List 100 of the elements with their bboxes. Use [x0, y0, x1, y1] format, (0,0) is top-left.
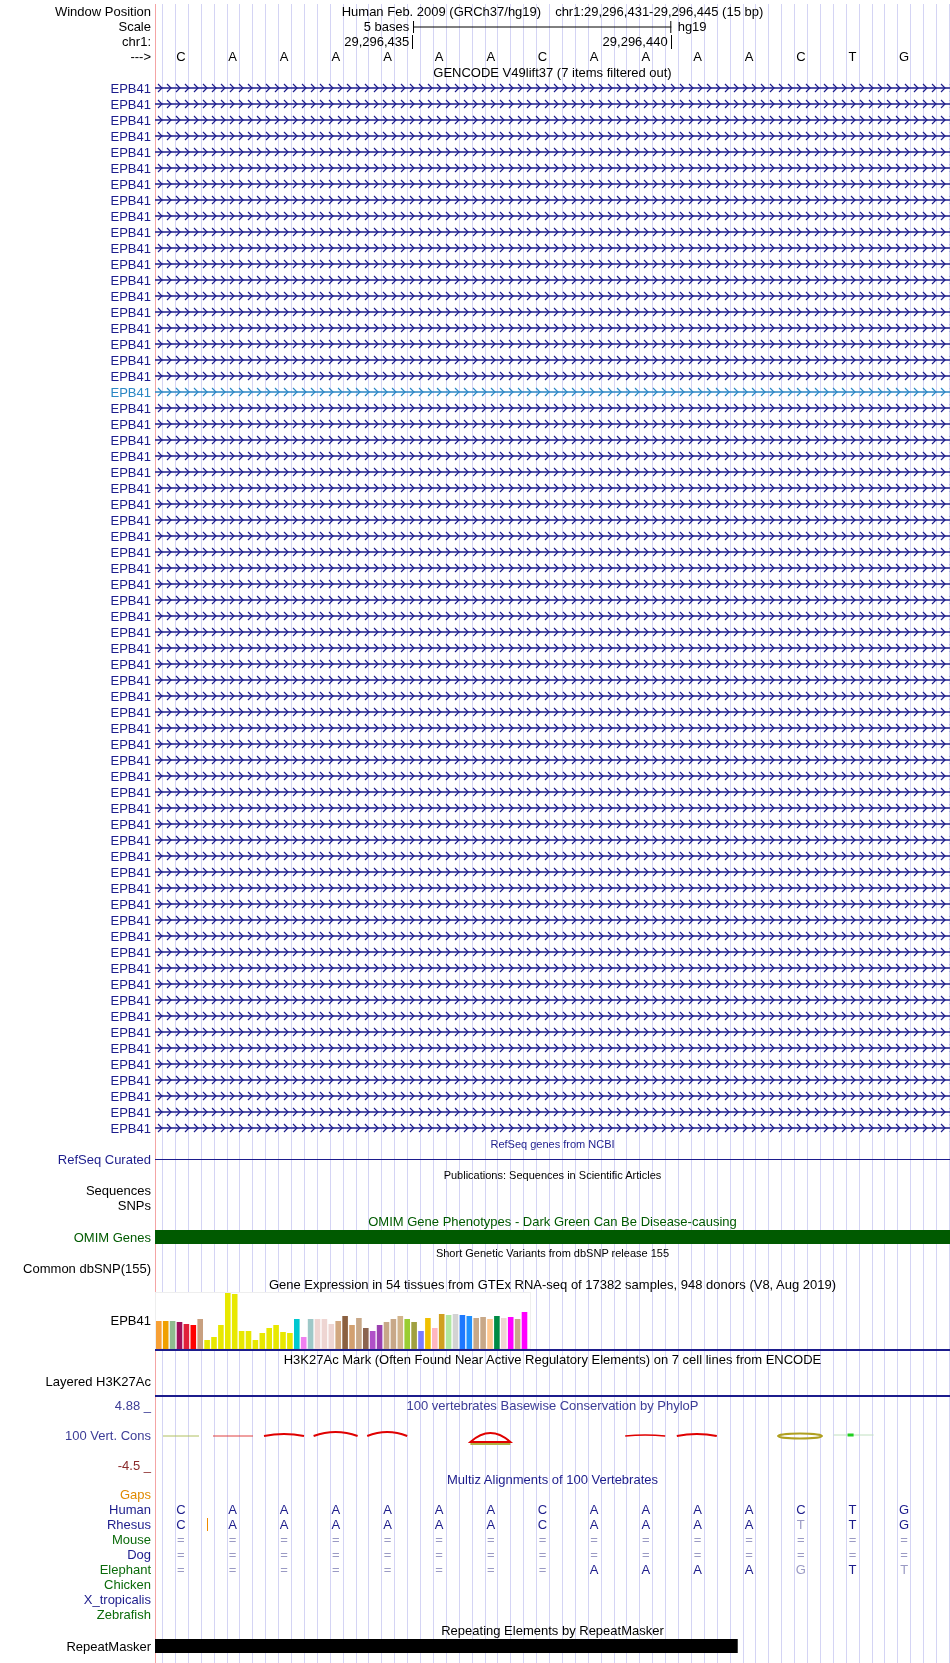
track-label[interactable]: RefSeq Curated	[57, 1152, 151, 1167]
gene-label[interactable]: EPB41	[110, 288, 151, 304]
gene-label[interactable]: EPB41	[110, 480, 151, 496]
gene-label[interactable]: EPB41	[110, 240, 151, 256]
gene-label[interactable]: EPB41	[110, 688, 151, 704]
gene-label[interactable]: EPB41	[110, 752, 151, 768]
gene-label[interactable]: EPB41	[110, 704, 151, 720]
track-label[interactable]: Sequences	[85, 1183, 151, 1198]
gene-label[interactable]: EPB41	[110, 432, 151, 448]
gene-label[interactable]: EPB41	[110, 1008, 151, 1024]
track-label[interactable]: RepeatMasker	[66, 1638, 151, 1654]
expression-bar[interactable]	[459, 1315, 466, 1349]
gene-label[interactable]: EPB41	[110, 816, 151, 832]
gene-label[interactable]: EPB41	[110, 784, 151, 800]
gene-label[interactable]: EPB41	[110, 496, 151, 512]
species-label[interactable]: X_tropicalis	[83, 1592, 151, 1607]
gene-label[interactable]: EPB41	[110, 448, 151, 464]
gene-label[interactable]: EPB41	[110, 928, 151, 944]
expression-bar[interactable]	[183, 1324, 190, 1349]
gene-label[interactable]: EPB41	[110, 80, 151, 96]
gene-label[interactable]: EPB41	[110, 720, 151, 736]
gene-label[interactable]: EPB41	[110, 912, 151, 928]
species-label[interactable]: Dog	[127, 1547, 151, 1562]
species-label[interactable]: Zebrafish	[96, 1607, 151, 1622]
aligned-base: =	[383, 1562, 392, 1577]
gene-label[interactable]: EPB41	[110, 256, 151, 272]
gene-label[interactable]: EPB41	[110, 1040, 151, 1056]
track-label[interactable]: Common dbSNP(155)	[23, 1261, 151, 1276]
gene-label[interactable]: EPB41	[110, 352, 151, 368]
gene-label[interactable]: EPB41	[110, 672, 151, 688]
gene-label[interactable]: EPB41	[110, 224, 151, 240]
species-label[interactable]: Chicken	[104, 1577, 151, 1592]
track-label[interactable]: Layered H3K27Ac	[45, 1373, 151, 1389]
gene-label[interactable]: EPB41	[110, 128, 151, 144]
gene-label[interactable]: EPB41	[110, 368, 151, 384]
species-label[interactable]: Elephant	[99, 1562, 151, 1577]
gene-label[interactable]: EPB41	[110, 736, 151, 752]
track-title: Multiz Alignments of 100 Vertebrates	[447, 1472, 658, 1487]
gene-label[interactable]: EPB41	[110, 1088, 151, 1104]
gene-label[interactable]: EPB41	[110, 416, 151, 432]
gene-label[interactable]: EPB41	[110, 976, 151, 992]
gene-label[interactable]: EPB41	[110, 192, 151, 208]
gene-label[interactable]: EPB41	[110, 320, 151, 336]
species-label[interactable]: Rhesus	[106, 1517, 151, 1532]
aligned-base: =	[538, 1562, 547, 1577]
gene-label[interactable]: EPB41	[110, 384, 151, 400]
gene-label[interactable]: EPB41	[110, 768, 151, 784]
gene-label[interactable]: EPB41	[110, 896, 151, 912]
gene-label[interactable]: EPB41	[110, 832, 151, 848]
aligned-base: =	[332, 1562, 340, 1577]
gene-label[interactable]: EPB41	[110, 656, 151, 672]
gene-label[interactable]: EPB41	[110, 800, 151, 816]
expression-bar[interactable]	[466, 1316, 473, 1349]
aligned-base: A	[693, 1502, 702, 1517]
gene-label[interactable]: EPB41	[110, 880, 151, 896]
track-label[interactable]: EPB41	[110, 1313, 151, 1328]
expression-bar[interactable]	[376, 1325, 383, 1349]
gene-label[interactable]: EPB41	[110, 336, 151, 352]
base-letter: A	[434, 49, 444, 64]
expression-bar[interactable]	[507, 1317, 514, 1349]
gene-label[interactable]: EPB41	[110, 1120, 151, 1136]
gene-label[interactable]: EPB41	[110, 512, 151, 528]
track-label[interactable]: SNPs	[117, 1198, 151, 1213]
track-label[interactable]: OMIM Genes	[73, 1229, 151, 1245]
expression-bar[interactable]	[369, 1331, 376, 1349]
expression-bar[interactable]	[176, 1322, 183, 1349]
track-label[interactable]: 100 Vert. Cons	[65, 1428, 151, 1443]
aligned-base: T	[900, 1562, 909, 1577]
gene-label[interactable]: EPB41	[110, 992, 151, 1008]
gene-label[interactable]: EPB41	[110, 624, 151, 640]
gene-label[interactable]: EPB41	[110, 576, 151, 592]
gene-label[interactable]: EPB41	[110, 112, 151, 128]
row-label: chr1:	[122, 34, 151, 49]
gene-label[interactable]: EPB41	[110, 304, 151, 320]
gene-label[interactable]: EPB41	[110, 848, 151, 864]
gene-label[interactable]: EPB41	[110, 1104, 151, 1120]
gene-label[interactable]: EPB41	[110, 96, 151, 112]
gene-label[interactable]: EPB41	[110, 1072, 151, 1088]
species-label[interactable]: Human	[109, 1502, 151, 1517]
gene-label[interactable]: EPB41	[110, 608, 151, 624]
gene-label[interactable]: EPB41	[110, 1056, 151, 1072]
gene-label[interactable]: EPB41	[110, 528, 151, 544]
gene-label[interactable]: EPB41	[110, 640, 151, 656]
species-label[interactable]: Mouse	[111, 1532, 151, 1547]
gene-label[interactable]: EPB41	[110, 544, 151, 560]
gene-label[interactable]: EPB41	[110, 272, 151, 288]
gene-label[interactable]: EPB41	[110, 208, 151, 224]
expression-bar[interactable]	[190, 1325, 197, 1349]
gene-label[interactable]: EPB41	[110, 400, 151, 416]
aligned-base: =	[590, 1532, 598, 1547]
gene-label[interactable]: EPB41	[110, 464, 151, 480]
gene-label[interactable]: EPB41	[110, 160, 151, 176]
gene-label[interactable]: EPB41	[110, 944, 151, 960]
gene-label[interactable]: EPB41	[110, 864, 151, 880]
gene-label[interactable]: EPB41	[110, 176, 151, 192]
gene-label[interactable]: EPB41	[110, 560, 151, 576]
gene-label[interactable]: EPB41	[110, 960, 151, 976]
gene-label[interactable]: EPB41	[110, 1024, 151, 1040]
gene-label[interactable]: EPB41	[110, 144, 151, 160]
gene-label[interactable]: EPB41	[110, 592, 151, 608]
